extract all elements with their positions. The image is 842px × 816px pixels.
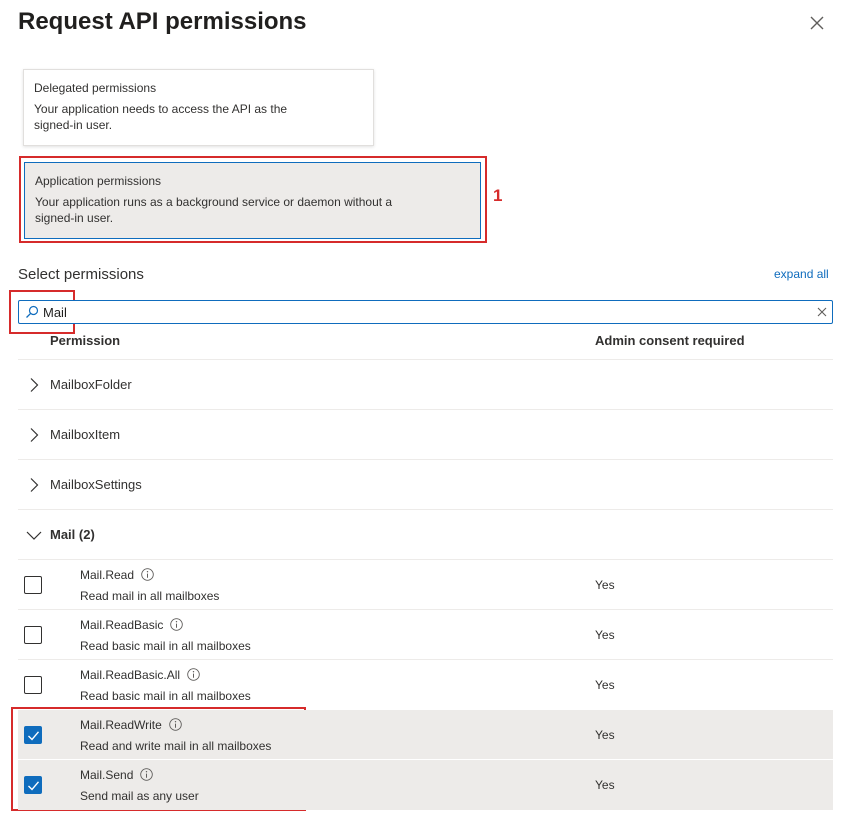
permission-description: Read basic mail in all mailboxes xyxy=(80,689,251,703)
group-mailboxitem[interactable]: MailboxItem xyxy=(18,410,833,460)
admin-consent-value: Yes xyxy=(595,578,615,592)
permission-row-mail-readwrite: Mail.ReadWrite Read and write mail in al… xyxy=(18,710,833,760)
select-permissions-label: Select permissions xyxy=(18,266,144,283)
permission-row-mail-readbasic-all: Mail.ReadBasic.All Read basic mail in al… xyxy=(18,660,833,710)
permission-checkbox[interactable] xyxy=(24,726,42,744)
delegated-permissions-card[interactable]: Delegated permissions Your application n… xyxy=(23,69,374,146)
info-icon[interactable] xyxy=(170,618,184,631)
permission-checkbox[interactable] xyxy=(24,776,42,794)
group-label: MailboxSettings xyxy=(50,477,142,492)
checkmark-icon xyxy=(28,731,40,741)
column-header-admin-consent: Admin consent required xyxy=(595,333,745,348)
chevron-right-icon xyxy=(30,378,39,392)
permission-name: Mail.ReadBasic xyxy=(80,618,184,632)
permission-checkbox[interactable] xyxy=(24,576,42,594)
permission-description: Read and write mail in all mailboxes xyxy=(80,739,272,753)
group-label: MailboxItem xyxy=(50,427,121,442)
admin-consent-value: Yes xyxy=(595,728,615,742)
delegated-permissions-title: Delegated permissions xyxy=(34,81,157,95)
search-input[interactable] xyxy=(43,303,803,321)
info-icon[interactable] xyxy=(169,718,182,731)
admin-consent-value: Yes xyxy=(595,628,615,642)
permission-description: Read basic mail in all mailboxes xyxy=(80,639,251,653)
permission-name: Mail.ReadBasic.All xyxy=(80,668,200,682)
group-label: Mail (2) xyxy=(50,527,95,542)
admin-consent-value: Yes xyxy=(595,778,615,792)
annotation-box-1 xyxy=(19,156,487,243)
permission-description: Send mail as any user xyxy=(80,789,199,803)
permission-description: Read mail in all mailboxes xyxy=(80,589,220,603)
permission-row-mail-readbasic: Mail.ReadBasic Read basic mail in all ma… xyxy=(18,610,833,660)
info-icon[interactable] xyxy=(187,668,200,681)
group-mail[interactable]: Mail (2) xyxy=(18,510,833,560)
chevron-right-icon xyxy=(30,428,39,442)
group-mailboxsettings[interactable]: MailboxSettings xyxy=(18,460,833,510)
annotation-number-1: 1 xyxy=(493,186,503,205)
delegated-permissions-description: Your application needs to access the API… xyxy=(34,102,288,132)
panel-title: Request API permissions xyxy=(18,8,307,35)
clear-icon[interactable] xyxy=(816,306,828,318)
permission-checkbox[interactable] xyxy=(24,626,42,644)
expand-all-link[interactable]: expand all xyxy=(774,267,829,281)
permission-name: Mail.ReadWrite xyxy=(80,718,182,732)
group-mailboxfolder[interactable]: MailboxFolder xyxy=(18,360,833,410)
admin-consent-value: Yes xyxy=(595,678,615,692)
info-icon[interactable] xyxy=(140,768,154,781)
chevron-down-icon xyxy=(26,531,42,540)
permission-row-mail-send: Mail.Send Send mail as any user Yes xyxy=(18,760,833,810)
permission-name: Mail.Send xyxy=(80,768,154,782)
checkmark-icon xyxy=(28,781,40,791)
search-icon xyxy=(26,305,39,318)
permission-search-box[interactable] xyxy=(18,300,833,324)
info-icon[interactable] xyxy=(141,568,154,581)
chevron-right-icon xyxy=(30,478,39,492)
permission-name: Mail.Read xyxy=(80,568,154,582)
permission-checkbox[interactable] xyxy=(24,676,42,694)
group-count: (2) xyxy=(78,527,95,542)
column-header-permission: Permission xyxy=(50,333,121,348)
group-label: MailboxFolder xyxy=(50,377,132,392)
permission-row-mail-read: Mail.Read Read mail in all mailboxes Yes xyxy=(18,560,833,610)
close-icon[interactable] xyxy=(806,12,828,34)
